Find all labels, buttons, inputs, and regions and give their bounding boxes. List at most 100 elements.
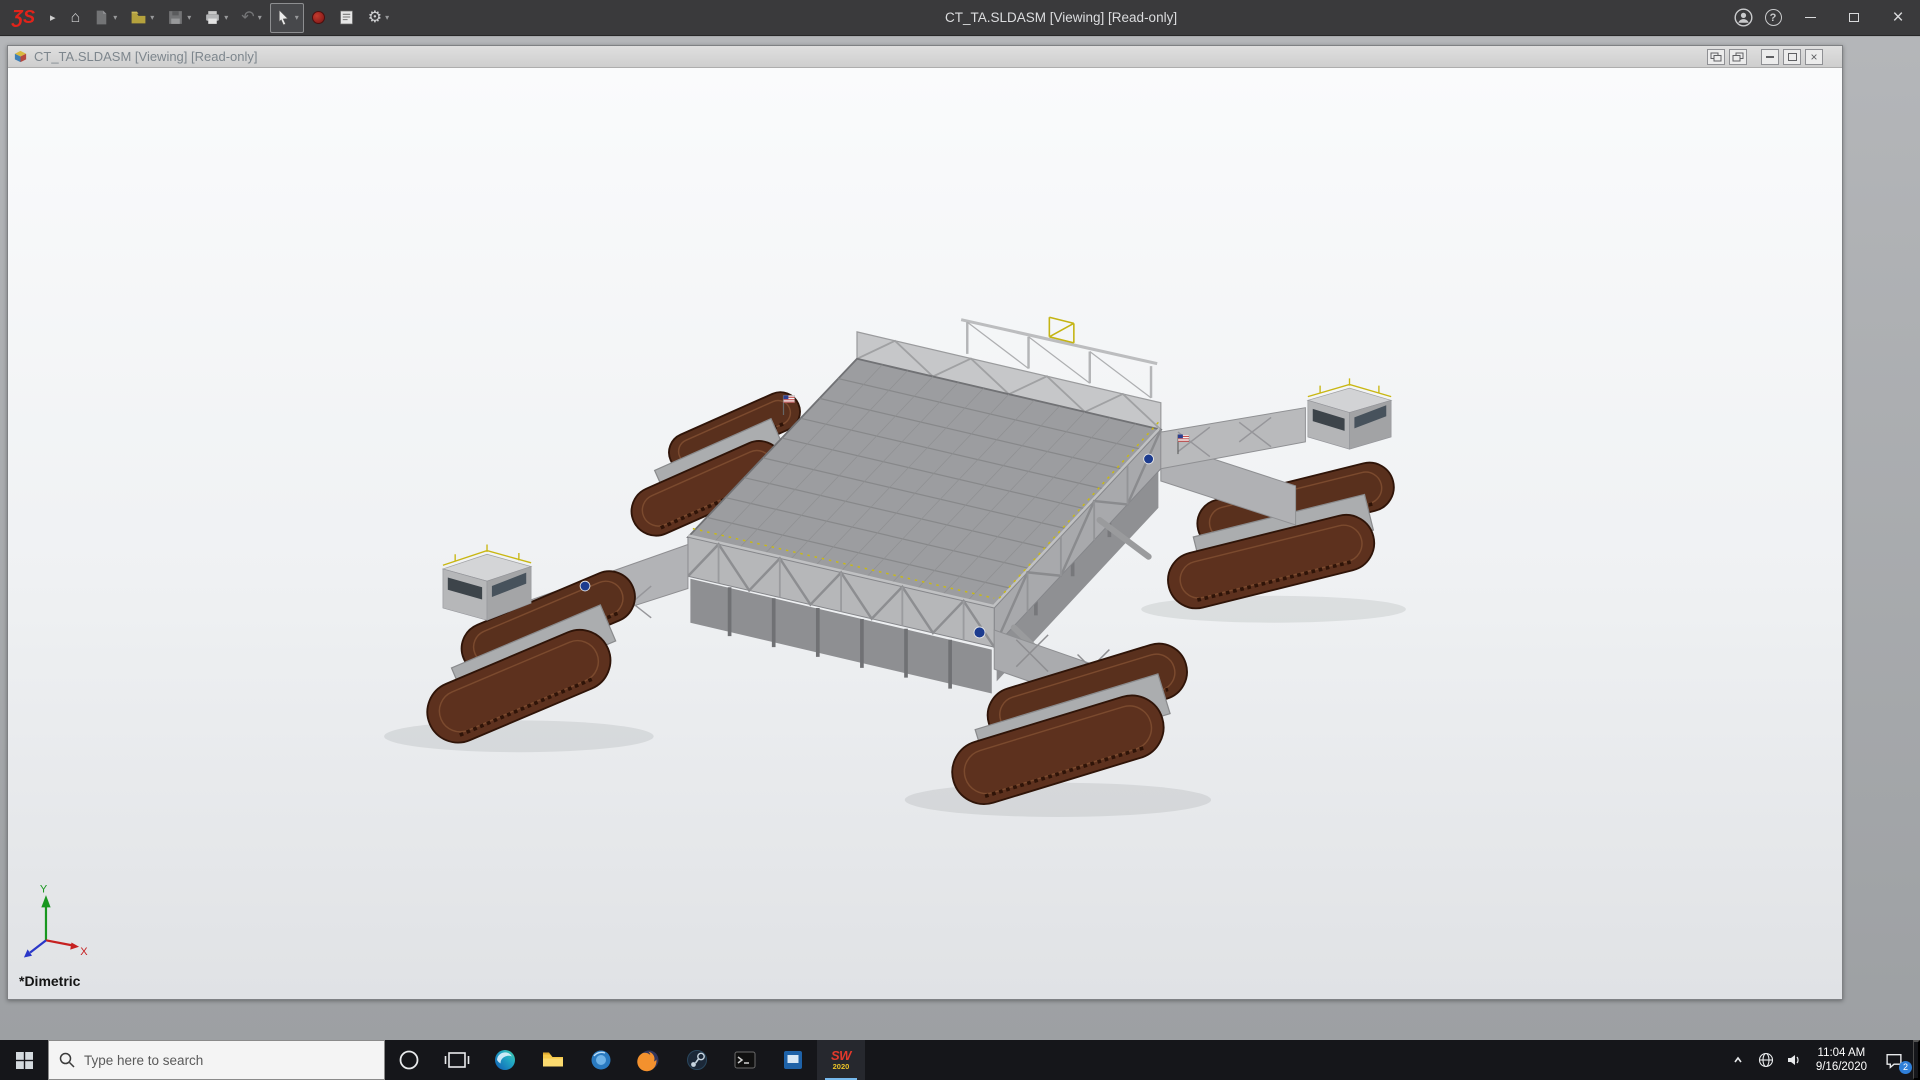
edge-icon xyxy=(495,1050,515,1070)
caret-icon: ▾ xyxy=(187,13,192,22)
doc-minimize-button[interactable] xyxy=(1761,48,1779,65)
solidworks-year-label: 2020 xyxy=(832,1062,850,1071)
file-explorer-icon xyxy=(543,1052,563,1067)
caret-icon: ▾ xyxy=(385,13,390,22)
system-tray: 11:04 AM 9/16/2020 2 xyxy=(1724,1040,1920,1080)
model-cab-right xyxy=(1160,378,1393,470)
home-icon: ⌂ xyxy=(70,9,81,26)
search-icon xyxy=(59,1052,75,1068)
client-area: CT_TA.SLDASM [Viewing] [Read-only] × Y X… xyxy=(0,37,1920,1040)
file-properties-icon xyxy=(340,10,353,25)
start-icon xyxy=(15,1051,33,1069)
rebuild-icon xyxy=(311,11,325,24)
open-button[interactable]: ▾ xyxy=(125,4,159,32)
new-document-icon xyxy=(96,10,107,25)
document-title: CT_TA.SLDASM [Viewing] [Read-only] xyxy=(34,49,258,64)
cascade-window-icon xyxy=(1732,52,1744,61)
browser-icon xyxy=(591,1050,611,1070)
menus-expand-arrow[interactable]: ▸ xyxy=(50,11,56,24)
terminal-icon xyxy=(734,1051,756,1069)
taskbar-cortana-button[interactable] xyxy=(385,1040,433,1080)
cortana-icon xyxy=(399,1050,419,1070)
caret-icon: ▾ xyxy=(294,13,299,22)
taskbar-firefox-button[interactable] xyxy=(625,1040,673,1080)
document-window: CT_TA.SLDASM [Viewing] [Read-only] × Y X… xyxy=(7,45,1843,1000)
titlebar-right-controls: ? × xyxy=(1728,0,1920,36)
account-icon xyxy=(1733,8,1753,27)
maximize-button[interactable] xyxy=(1832,0,1876,36)
doc-maximize-icon xyxy=(1787,52,1797,61)
save-button[interactable]: ▾ xyxy=(162,4,196,32)
quick-access-toolbar: ⌂ ▾ ▾ ▾ ▾ ↶ ▾ ▾ ⚙ ▾ xyxy=(66,2,395,33)
clock-date: 9/16/2020 xyxy=(1815,1061,1867,1073)
taskbar-steam-button[interactable] xyxy=(673,1040,721,1080)
screen: ƷS ▸ ⌂ ▾ ▾ ▾ ▾ ↶ ▾ ▾ ⚙ ▾ CT_TA.SLDASM [V… xyxy=(0,0,1920,1080)
doc-pane-button-2[interactable] xyxy=(1729,48,1747,65)
view-orientation-label: *Dimetric xyxy=(19,973,81,989)
show-desktop-button[interactable] xyxy=(1913,1040,1920,1080)
clock-time: 11:04 AM xyxy=(1817,1047,1866,1059)
doc-pane-button-1[interactable] xyxy=(1707,48,1725,65)
taskbar-search[interactable] xyxy=(48,1040,385,1080)
taskbar-file-explorer-button[interactable] xyxy=(529,1040,577,1080)
help-button[interactable]: ? xyxy=(1758,0,1788,36)
close-button[interactable]: × xyxy=(1876,0,1920,36)
graphics-area[interactable]: Y X *Dimetric xyxy=(8,68,1842,999)
network-button[interactable] xyxy=(1752,1040,1780,1080)
action-center-button[interactable]: 2 xyxy=(1875,1040,1913,1080)
maximize-icon xyxy=(1849,13,1859,22)
home-button[interactable]: ⌂ xyxy=(66,4,86,32)
caret-icon: ▾ xyxy=(224,13,229,22)
orientation-triad[interactable]: Y X xyxy=(23,884,88,958)
tray-expand-button[interactable] xyxy=(1724,1040,1752,1080)
solidworks-logo: ƷS xyxy=(0,7,46,28)
select-tool-button[interactable]: ▾ xyxy=(269,2,304,33)
new-document-button[interactable]: ▾ xyxy=(88,4,122,32)
file-properties-button[interactable] xyxy=(333,4,360,32)
minimize-button[interactable] xyxy=(1788,0,1832,36)
taskbar-clock[interactable]: 11:04 AM 9/16/2020 xyxy=(1808,1046,1875,1074)
print-button[interactable]: ▾ xyxy=(199,4,233,32)
start-button[interactable] xyxy=(0,1040,48,1080)
solidworks-icon: SW 2020 xyxy=(831,1049,851,1071)
triad-x-label: X xyxy=(80,946,88,958)
assembly-document-icon xyxy=(14,50,27,63)
steam-icon xyxy=(687,1050,707,1070)
options-button[interactable]: ⚙ ▾ xyxy=(363,4,394,32)
app-titlebar: ƷS ▸ ⌂ ▾ ▾ ▾ ▾ ↶ ▾ ▾ ⚙ ▾ CT_TA.SLDASM [V… xyxy=(0,0,1920,36)
document-titlebar[interactable]: CT_TA.SLDASM [Viewing] [Read-only] × xyxy=(8,46,1842,68)
task-view-icon xyxy=(444,1052,470,1068)
solidworks-logo-text: SW xyxy=(831,1048,851,1063)
model-3d-view: Y X xyxy=(23,316,1406,958)
taskbar-edge-button[interactable] xyxy=(481,1040,529,1080)
rebuild-button[interactable] xyxy=(307,4,330,32)
save-icon xyxy=(169,11,183,24)
network-icon xyxy=(1758,1052,1773,1068)
firefox-icon xyxy=(637,1050,659,1072)
open-folder-icon xyxy=(131,11,146,24)
app-window-icon xyxy=(784,1051,802,1069)
undo-button[interactable]: ↶ ▾ xyxy=(236,4,266,32)
caret-icon: ▾ xyxy=(150,13,155,22)
doc-minimize-icon xyxy=(1766,55,1774,58)
document-window-controls: × xyxy=(1707,48,1837,65)
taskbar-terminal-button[interactable] xyxy=(721,1040,769,1080)
taskbar-app-window-button[interactable] xyxy=(769,1040,817,1080)
options-gear-icon: ⚙ xyxy=(367,9,383,26)
taskbar-task-view-button[interactable] xyxy=(433,1040,481,1080)
dassault-logo-icon: ƷS xyxy=(12,7,36,27)
taskbar-browser-button[interactable] xyxy=(577,1040,625,1080)
account-button[interactable] xyxy=(1728,0,1758,36)
volume-icon xyxy=(1787,1055,1799,1065)
select-cursor-icon xyxy=(278,9,289,26)
caret-icon: ▾ xyxy=(113,13,118,22)
search-input[interactable] xyxy=(84,1052,374,1068)
doc-close-button[interactable]: × xyxy=(1805,48,1823,65)
minimize-icon xyxy=(1804,16,1816,19)
print-icon xyxy=(206,11,220,24)
taskbar-solidworks-button[interactable]: SW 2020 xyxy=(817,1040,865,1080)
doc-close-icon: × xyxy=(1810,49,1818,64)
undo-icon: ↶ xyxy=(241,9,255,26)
doc-maximize-button[interactable] xyxy=(1783,48,1801,65)
volume-button[interactable] xyxy=(1780,1040,1808,1080)
